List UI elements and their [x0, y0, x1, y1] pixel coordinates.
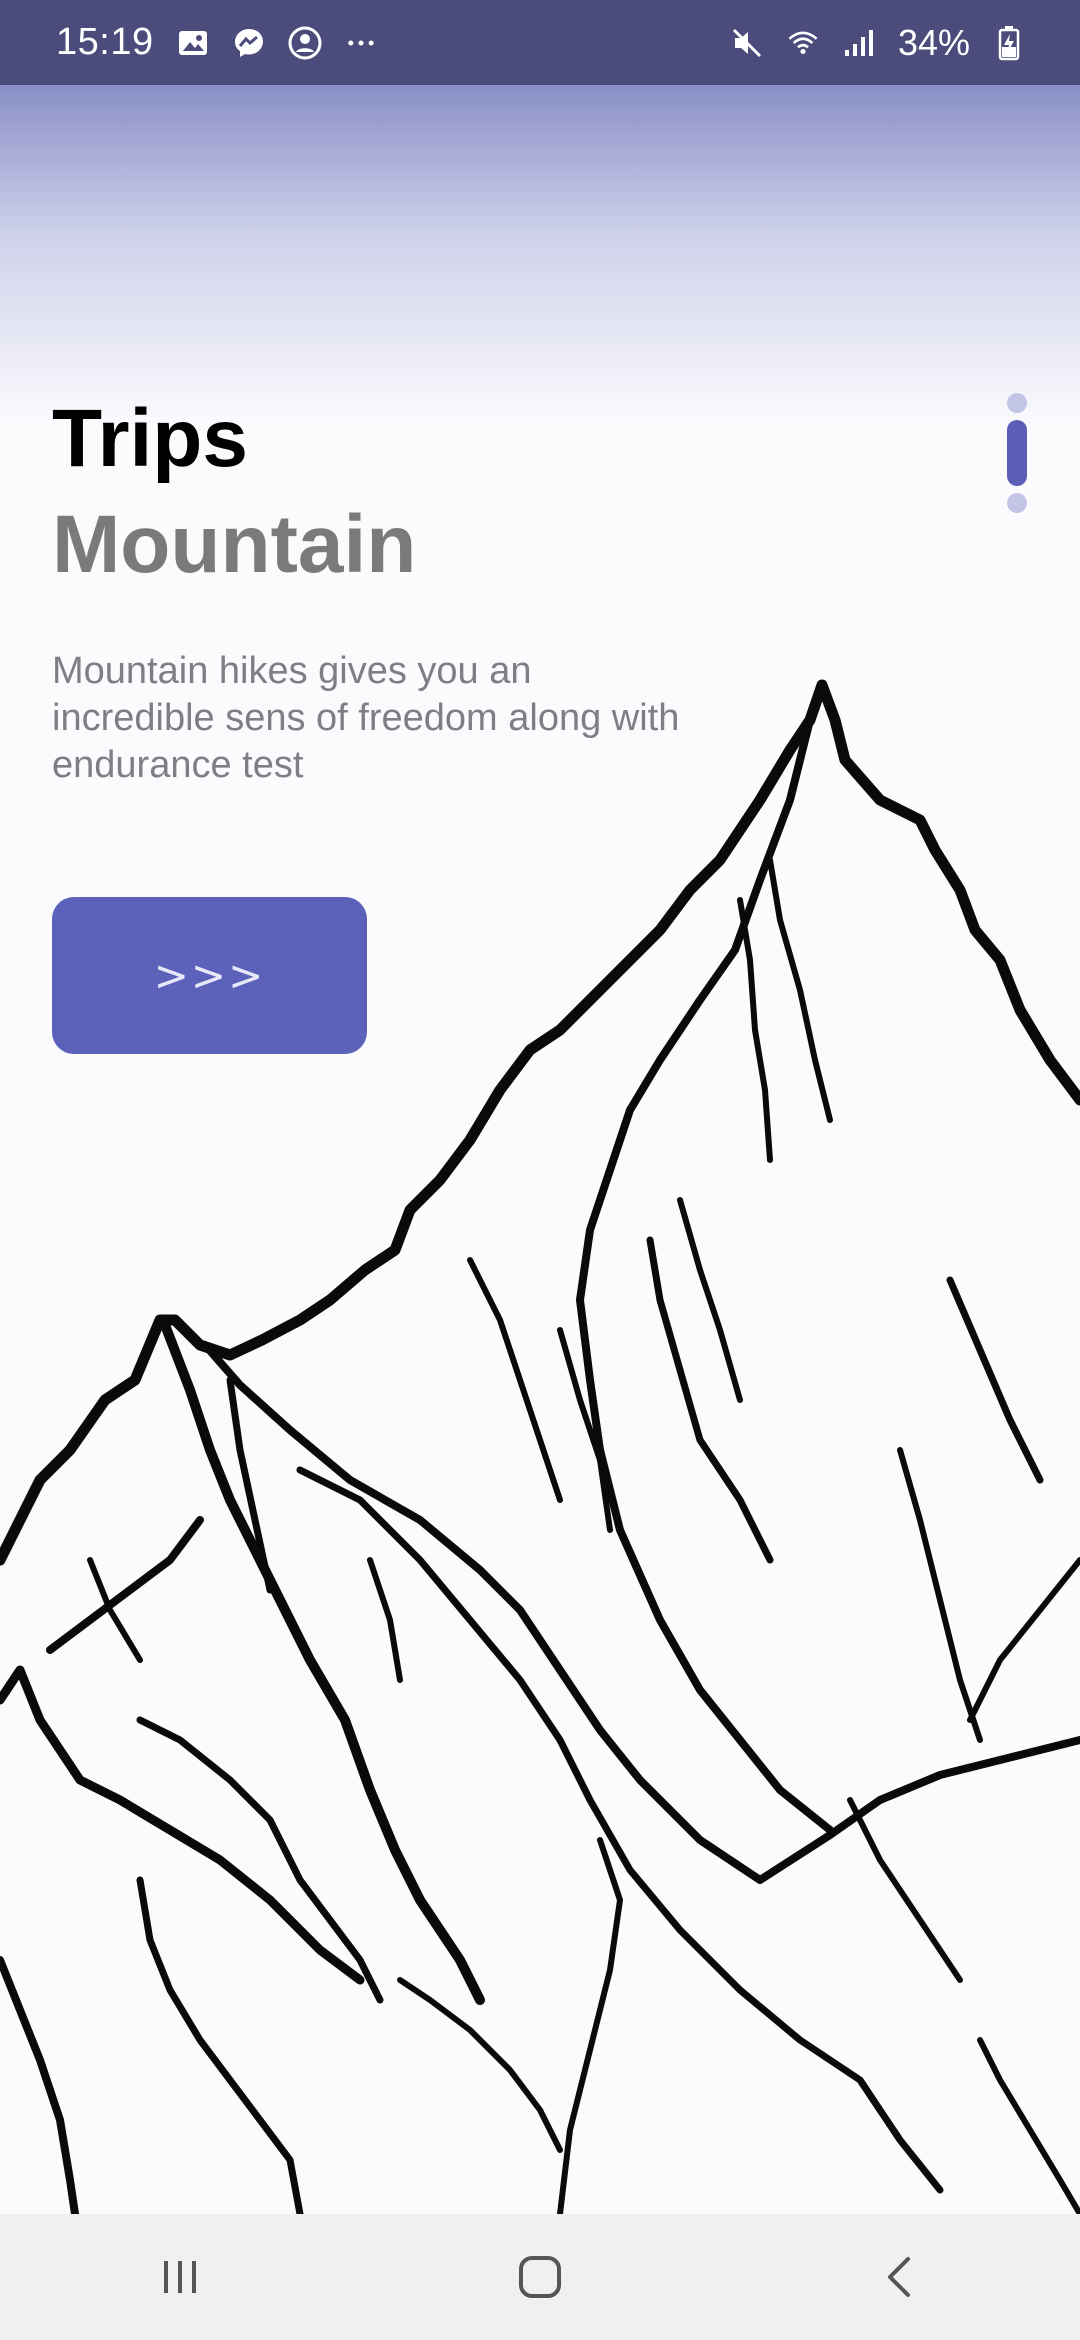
recent-apps-button[interactable]	[120, 2227, 240, 2327]
chevron-arrows-icon: >>>	[153, 951, 266, 1000]
next-button[interactable]: >>>	[52, 897, 367, 1054]
back-icon	[888, 2257, 910, 2297]
status-bar: 15:19 34%	[0, 0, 1080, 85]
battery-charging-icon	[992, 25, 1026, 60]
status-time: 15:19	[56, 21, 154, 63]
wifi-icon	[786, 26, 820, 60]
back-button[interactable]	[840, 2227, 960, 2327]
page-dot-2-active[interactable]	[1007, 420, 1027, 486]
description-text: Mountain hikes gives you an incredible s…	[52, 650, 680, 786]
account-icon	[288, 26, 322, 60]
messenger-icon	[232, 26, 266, 60]
recent-apps-icon	[164, 2261, 196, 2293]
status-bar-left: 15:19	[56, 21, 378, 64]
page-subtitle: Mountain	[52, 499, 417, 590]
system-nav-bar	[0, 2214, 1080, 2340]
battery-percent: 34%	[897, 21, 970, 63]
home-button[interactable]	[480, 2227, 600, 2327]
page-dot-3[interactable]	[1007, 493, 1027, 513]
mute-icon	[730, 26, 764, 60]
status-bar-right: 34%	[730, 22, 1026, 64]
mountain-illustration	[0, 679, 1080, 2214]
gallery-icon	[176, 26, 210, 60]
signal-icon	[842, 26, 876, 60]
page-dot-1[interactable]	[1007, 393, 1027, 413]
page-title: Trips	[52, 393, 248, 484]
hero-gradient	[0, 85, 1080, 425]
page-indicator[interactable]	[1005, 393, 1029, 513]
more-dots-icon	[344, 26, 378, 60]
home-icon	[519, 2256, 561, 2298]
